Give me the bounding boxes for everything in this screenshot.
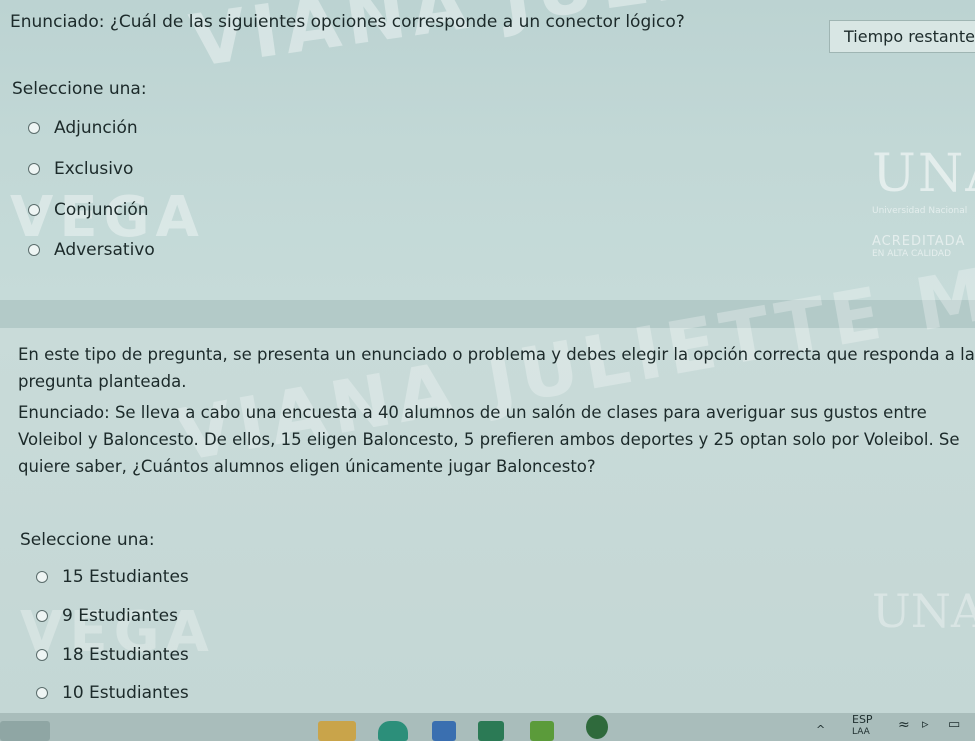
question-1-statement: Enunciado: ¿Cuál de las siguientes opcio… — [10, 12, 685, 32]
language-indicator[interactable]: ESP — [852, 713, 873, 726]
radio-button[interactable] — [36, 610, 48, 622]
radio-button[interactable] — [28, 163, 40, 175]
file-explorer-icon[interactable] — [318, 721, 356, 741]
radio-button[interactable] — [28, 122, 40, 134]
q1-option-conjuncion[interactable]: Conjunción — [28, 200, 149, 220]
question-2-instructions: En este tipo de pregunta, se presenta un… — [18, 345, 975, 391]
logo-letters: UNA — [872, 584, 975, 638]
university-logo: UNA Universidad Nacional ACREDITADA EN A… — [872, 148, 975, 259]
language-sub-indicator: LAA — [852, 727, 870, 737]
battery-icon[interactable]: ▭ — [948, 717, 960, 732]
logo-letters: UNA — [872, 144, 975, 204]
q1-option-adjuncion[interactable]: Adjunción — [28, 118, 138, 138]
logo-quality: EN ALTA CALIDAD — [872, 249, 951, 259]
q2-option-15[interactable]: 15 Estudiantes — [36, 567, 189, 587]
university-logo-2: UNA — [872, 588, 975, 634]
q2-option-label: 10 Estudiantes — [62, 683, 189, 703]
question-separator — [0, 300, 975, 328]
radio-button[interactable] — [36, 687, 48, 699]
app-icon[interactable] — [530, 721, 554, 741]
q1-option-adversativo[interactable]: Adversativo — [28, 240, 155, 260]
q1-option-exclusivo[interactable]: Exclusivo — [28, 159, 133, 179]
q2-option-9[interactable]: 9 Estudiantes — [36, 606, 178, 626]
q2-option-label: 9 Estudiantes — [62, 606, 178, 626]
store-icon[interactable] — [478, 721, 504, 741]
taskbar: ^ ESP LAA ≈ ▹ ▭ — [0, 713, 975, 741]
edge-browser-icon[interactable] — [378, 721, 408, 741]
q1-option-label: Adversativo — [54, 240, 155, 260]
q1-option-label: Conjunción — [54, 200, 149, 220]
app-icon[interactable] — [432, 721, 456, 741]
q1-option-label: Adjunción — [54, 118, 138, 138]
q1-option-label: Exclusivo — [54, 159, 134, 179]
radio-button[interactable] — [28, 244, 40, 256]
wifi-icon[interactable]: ≈ — [898, 717, 910, 733]
q2-option-label: 18 Estudiantes — [62, 645, 189, 665]
logo-accredited: ACREDITADA — [872, 234, 966, 249]
speaker-icon[interactable]: ▹ — [922, 717, 929, 732]
question-1-select-label: Seleccione una: — [12, 79, 147, 99]
question-2-statement: Enunciado: Se lleva a cabo una encuesta … — [18, 403, 960, 476]
radio-button[interactable] — [36, 571, 48, 583]
chrome-icon[interactable] — [586, 715, 608, 739]
chevron-up-icon[interactable]: ^ — [816, 723, 825, 736]
q2-option-label: 15 Estudiantes — [62, 567, 189, 587]
q2-option-10[interactable]: 10 Estudiantes — [36, 683, 189, 703]
q2-option-18[interactable]: 18 Estudiantes — [36, 645, 189, 665]
time-remaining: Tiempo restante 1 — [829, 20, 975, 53]
radio-button[interactable] — [36, 649, 48, 661]
radio-button[interactable] — [28, 204, 40, 216]
logo-subtitle: Universidad Nacional — [872, 206, 968, 216]
start-area[interactable] — [0, 721, 50, 741]
question-2-select-label: Seleccione una: — [20, 530, 155, 550]
